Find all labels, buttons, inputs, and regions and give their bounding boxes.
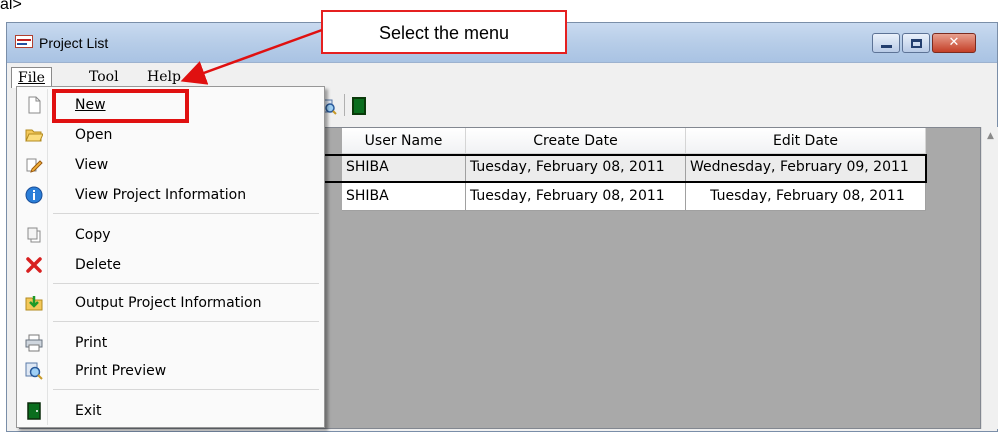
table-cell-create-date[interactable]: Tuesday, February 08, 2011 — [466, 154, 686, 182]
corner-text: al> — [0, 0, 22, 13]
menu-item-label: Exit — [75, 403, 102, 419]
menu-item-exit[interactable]: Exit — [19, 397, 322, 425]
menu-item-output-project-information[interactable]: Output Project Information — [19, 289, 322, 317]
window-title: Project List — [39, 35, 109, 51]
menu-separator — [53, 321, 319, 322]
column-header-edit-date[interactable]: Edit Date — [686, 128, 926, 154]
menu-separator — [53, 213, 319, 214]
annotation-callout-text: Select the menu — [378, 23, 510, 43]
menu-item-view-project-information[interactable]: View Project Information — [19, 181, 322, 209]
menu-tool[interactable]: Tool — [83, 67, 125, 88]
maximize-button[interactable] — [902, 33, 930, 53]
printer-icon — [25, 334, 43, 352]
new-document-icon — [28, 96, 41, 114]
menu-separator — [53, 389, 319, 390]
menu-item-label: Delete — [75, 257, 121, 273]
exit-toolbar-icon[interactable] — [352, 97, 366, 115]
menu-item-label: Print Preview — [75, 363, 167, 379]
minimize-icon — [881, 45, 892, 48]
file-dropdown-menu: New Open View View Project Information C… — [16, 86, 325, 428]
table-cell-user-name[interactable]: SHIBA — [342, 183, 466, 211]
menu-item-view[interactable]: View — [19, 151, 322, 179]
menu-item-open[interactable]: Open — [19, 121, 322, 149]
copy-icon — [27, 227, 41, 243]
menu-item-label: Output Project Information — [75, 295, 262, 311]
view-pencil-icon — [26, 158, 43, 173]
menu-tool-label: Tool — [89, 69, 119, 85]
toolbar-separator — [344, 94, 345, 116]
annotation-callout: Select the menu — [321, 10, 567, 54]
info-icon — [25, 186, 43, 204]
maximize-icon — [911, 39, 922, 48]
menu-item-label: Copy — [75, 227, 111, 243]
menu-separator — [53, 283, 319, 284]
column-header-create-date[interactable]: Create Date — [466, 128, 686, 154]
menu-item-label: View Project Information — [75, 187, 247, 203]
menu-file-label: File — [18, 70, 45, 86]
exit-door-icon — [27, 402, 41, 420]
menu-item-print[interactable]: Print — [19, 329, 322, 357]
menu-item-label: Print — [75, 335, 108, 351]
table-cell-user-name[interactable]: SHIBA — [342, 154, 466, 182]
close-button[interactable]: ✕ — [932, 33, 976, 53]
scroll-up-icon[interactable]: ▲ — [984, 130, 997, 143]
print-preview-icon — [25, 362, 43, 380]
table-cell-edit-date[interactable]: Tuesday, February 08, 2011 — [686, 183, 926, 211]
menu-file[interactable]: File — [11, 67, 52, 88]
vertical-scrollbar[interactable]: ▲ — [981, 127, 998, 429]
table-cell-edit-date[interactable]: Wednesday, February 09, 2011 — [686, 154, 926, 182]
menu-item-delete[interactable]: Delete — [19, 251, 322, 279]
open-folder-icon — [25, 129, 43, 142]
delete-x-icon — [26, 257, 42, 273]
table-cell-create-date[interactable]: Tuesday, February 08, 2011 — [466, 183, 686, 211]
menu-item-label: View — [75, 157, 109, 173]
menu-item-label: Open — [75, 127, 113, 143]
menu-help-label: Help — [147, 69, 181, 85]
menu-item-print-preview[interactable]: Print Preview — [19, 357, 322, 385]
app-logo-icon — [15, 35, 33, 48]
close-icon: ✕ — [948, 35, 960, 50]
annotation-highlight-box — [52, 89, 189, 123]
column-header-user-name[interactable]: User Name — [342, 128, 466, 154]
menu-help[interactable]: Help — [141, 67, 187, 88]
output-folder-icon — [25, 296, 43, 311]
menu-item-copy[interactable]: Copy — [19, 221, 322, 249]
minimize-button[interactable] — [872, 33, 900, 53]
